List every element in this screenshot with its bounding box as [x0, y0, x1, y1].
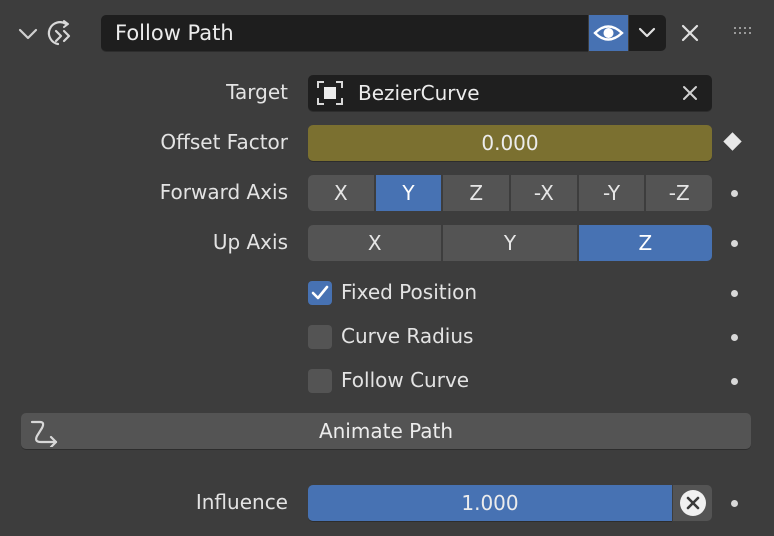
- checkmark-icon: [311, 285, 329, 300]
- up-axis-label: Up Axis: [212, 230, 288, 254]
- close-icon: [683, 86, 697, 100]
- target-field[interactable]: BezierCurve: [308, 75, 712, 111]
- constraint-name-field[interactable]: Follow Path: [101, 15, 588, 51]
- target-label: Target: [226, 80, 288, 104]
- up-axis-option-z[interactable]: Z: [578, 225, 712, 261]
- follow-path-icon: [46, 16, 80, 52]
- fixed-position-label[interactable]: Fixed Position: [341, 280, 477, 304]
- object-icon: [317, 81, 343, 105]
- animate-path-button[interactable]: Animate Path: [21, 413, 751, 449]
- chevron-down-icon: [18, 28, 38, 40]
- offset-factor-value: 0.000: [481, 131, 539, 155]
- constraint-name: Follow Path: [115, 21, 234, 45]
- target-value: BezierCurve: [358, 81, 480, 105]
- keyframe-dot[interactable]: [731, 334, 738, 341]
- forward-axis-option-neg-x[interactable]: -X: [511, 175, 579, 211]
- disable-constraint-button[interactable]: [673, 485, 712, 521]
- forward-axis-option-neg-y[interactable]: -Y: [578, 175, 647, 211]
- keyframe-icon[interactable]: [723, 132, 742, 151]
- offset-factor-label: Offset Factor: [160, 130, 288, 154]
- cancel-circle-icon: [680, 490, 706, 516]
- forward-axis-option-y[interactable]: Y: [375, 175, 444, 211]
- curve-radius-label[interactable]: Curve Radius: [341, 324, 473, 348]
- forward-axis-selector[interactable]: X Y Z -X -Y -Z: [308, 175, 712, 211]
- offset-factor-field[interactable]: 0.000: [308, 125, 712, 161]
- forward-axis-option-neg-z[interactable]: -Z: [646, 175, 712, 211]
- follow-curve-label[interactable]: Follow Curve: [341, 368, 469, 392]
- chevron-down-icon: [638, 27, 656, 38]
- curve-radius-checkbox[interactable]: [308, 325, 332, 349]
- influence-slider[interactable]: 1.000: [308, 485, 672, 521]
- forward-axis-label: Forward Axis: [159, 180, 288, 204]
- up-axis-option-y[interactable]: Y: [443, 225, 579, 261]
- influence-value: 1.000: [461, 491, 519, 515]
- eye-icon: [593, 25, 624, 41]
- keyframe-dot[interactable]: [731, 240, 738, 247]
- forward-axis-option-z[interactable]: Z: [443, 175, 512, 211]
- delete-constraint-button[interactable]: [676, 19, 704, 47]
- up-axis-selector[interactable]: X Y Z: [308, 225, 712, 261]
- clear-target-button[interactable]: [680, 83, 700, 103]
- collapse-toggle[interactable]: [16, 22, 40, 46]
- keyframe-dot[interactable]: [731, 190, 738, 197]
- keyframe-dot[interactable]: [731, 500, 738, 507]
- drag-handle[interactable]: [732, 24, 756, 40]
- grip-icon: [734, 27, 751, 34]
- up-axis-option-x[interactable]: X: [308, 225, 444, 261]
- animate-path-label: Animate Path: [318, 419, 454, 443]
- close-icon: [681, 24, 699, 42]
- forward-axis-option-x[interactable]: X: [308, 175, 376, 211]
- follow-curve-checkbox[interactable]: [308, 369, 332, 393]
- influence-label: Influence: [195, 490, 288, 514]
- visibility-toggle[interactable]: [589, 15, 628, 51]
- keyframe-dot[interactable]: [731, 290, 738, 297]
- keyframe-dot[interactable]: [731, 378, 738, 385]
- fixed-position-checkbox[interactable]: [308, 281, 332, 305]
- constraint-menu-dropdown[interactable]: [629, 15, 666, 51]
